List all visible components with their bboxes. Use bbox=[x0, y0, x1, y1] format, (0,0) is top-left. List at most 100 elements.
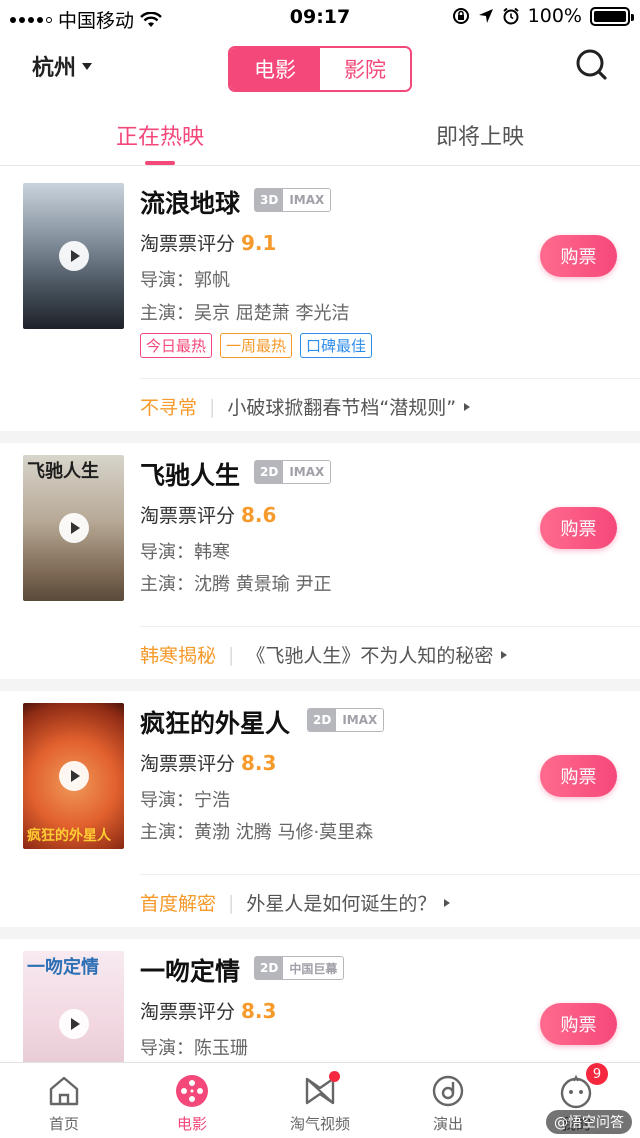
film-reel-icon bbox=[176, 1075, 208, 1107]
news-link[interactable]: 首度解密 | 外星人是如何诞生的？ bbox=[140, 889, 451, 916]
score-value: 8.3 bbox=[241, 751, 277, 775]
movie-poster[interactable]: 飞驰人生 bbox=[23, 455, 124, 601]
nav-movie-label: 电影 bbox=[176, 1115, 207, 1133]
nav-video-label: 淘气视频 bbox=[289, 1115, 350, 1133]
show-icon bbox=[432, 1075, 464, 1107]
format-2d3d: 3D bbox=[255, 189, 284, 211]
play-icon[interactable] bbox=[59, 513, 89, 543]
format-badge: 2D IMAX bbox=[254, 460, 332, 484]
news-source: 不寻常 bbox=[140, 397, 198, 419]
movie-title[interactable]: 飞驰人生 bbox=[140, 456, 240, 492]
play-icon[interactable] bbox=[59, 241, 89, 271]
news-link[interactable]: 不寻常 | 小破球掀翻春节档“潜规则” bbox=[140, 393, 471, 420]
poster-title: 疯狂的外星人 bbox=[27, 828, 111, 844]
movie-poster[interactable]: 一吻定情 bbox=[23, 951, 124, 1062]
tag-row: 今日最热 一周最热 口碑最佳 bbox=[140, 333, 373, 358]
tab-indicator bbox=[145, 161, 175, 165]
search-icon[interactable] bbox=[574, 46, 608, 84]
nav-show[interactable]: 演出 bbox=[384, 1063, 512, 1138]
format-imax: IMAX bbox=[283, 461, 331, 483]
buy-ticket-button[interactable]: 购票 bbox=[540, 507, 617, 549]
tab-bar: 正在热映 即将上映 bbox=[0, 104, 640, 166]
format-2d3d: 2D bbox=[255, 957, 284, 979]
score-label: 淘票票评分 bbox=[140, 1001, 236, 1023]
video-icon bbox=[302, 1071, 340, 1109]
section-gap bbox=[0, 679, 640, 691]
movie-list: 流浪地球 3D IMAX 淘票票评分 9.1 导演：郭帆 主演：吴京 屈楚萧 李光… bbox=[0, 166, 640, 1062]
news-link[interactable]: 韩寒揭秘 | 《飞驰人生》不为人知的秘密 bbox=[140, 641, 508, 668]
movie-title[interactable]: 一吻定情 bbox=[140, 952, 240, 988]
notification-badge: 9 bbox=[586, 1063, 608, 1085]
movie-poster[interactable]: 疯狂的外星人 bbox=[23, 703, 124, 849]
battery-percent: 100% bbox=[527, 5, 582, 27]
score-value: 9.1 bbox=[241, 231, 277, 255]
news-text: 外星人是如何诞生的？ bbox=[246, 893, 437, 915]
news-text: 小破球掀翻春节档“潜规则” bbox=[227, 397, 457, 419]
director: 导演：陈玉珊 bbox=[140, 1038, 248, 1059]
score-row: 淘票票评分 8.6 bbox=[140, 501, 276, 528]
score-row: 淘票票评分 8.3 bbox=[140, 749, 276, 776]
arrow-right-icon bbox=[444, 898, 451, 907]
nav-home[interactable]: 首页 bbox=[0, 1063, 128, 1138]
section-gap bbox=[0, 431, 640, 443]
score-row: 淘票票评分 8.3 bbox=[140, 997, 276, 1024]
bottom-nav: 首页 电影 淘气视频 演出 9 我的 bbox=[0, 1062, 640, 1138]
format-2d3d: 2D bbox=[308, 709, 337, 731]
cast: 主演：吴京 屈楚萧 李光洁 bbox=[140, 303, 350, 324]
news-divider: | bbox=[228, 891, 235, 914]
divider bbox=[140, 626, 640, 627]
tag-hot-today: 今日最热 bbox=[140, 333, 213, 358]
tab-coming-soon[interactable]: 即将上映 bbox=[400, 119, 560, 151]
format-badge: 3D IMAX bbox=[254, 188, 332, 212]
nav-home-label: 首页 bbox=[48, 1115, 79, 1133]
watermark: @悟空问答 bbox=[546, 1110, 632, 1134]
format-badge: 2D IMAX bbox=[307, 708, 385, 732]
location-icon bbox=[478, 9, 493, 23]
city-label: 杭州 bbox=[32, 56, 77, 81]
news-source: 首度解密 bbox=[140, 893, 217, 915]
nav-show-label: 演出 bbox=[432, 1115, 463, 1133]
caret-down-icon bbox=[82, 62, 93, 70]
divider bbox=[140, 378, 640, 379]
poster-title: 一吻定情 bbox=[27, 957, 99, 978]
news-source: 韩寒揭秘 bbox=[140, 645, 217, 667]
score-label: 淘票票评分 bbox=[140, 753, 236, 775]
news-text: 《飞驰人生》不为人知的秘密 bbox=[246, 645, 494, 667]
buy-ticket-button[interactable]: 购票 bbox=[540, 1003, 617, 1045]
tag-best-reviewed: 口碑最佳 bbox=[300, 333, 373, 358]
poster-title: 飞驰人生 bbox=[27, 461, 99, 482]
score-label: 淘票票评分 bbox=[140, 505, 236, 527]
movie-title[interactable]: 流浪地球 bbox=[140, 184, 240, 220]
alarm-icon bbox=[503, 7, 519, 25]
director: 导演：宁浩 bbox=[140, 790, 230, 811]
nav-video[interactable]: 淘气视频 bbox=[256, 1063, 384, 1138]
header: 杭州 电影 影院 bbox=[0, 34, 640, 104]
nav-movie[interactable]: 电影 bbox=[128, 1063, 256, 1138]
buy-ticket-button[interactable]: 购票 bbox=[540, 755, 617, 797]
rotation-lock-icon bbox=[452, 8, 469, 24]
segment-control: 电影 影院 bbox=[228, 46, 412, 92]
movie-poster[interactable] bbox=[23, 183, 124, 329]
format-chinese-giant-screen: 中国巨幕 bbox=[283, 957, 344, 979]
format-2d3d: 2D bbox=[255, 461, 284, 483]
arrow-right-icon bbox=[501, 650, 508, 659]
tab-now-showing[interactable]: 正在热映 bbox=[80, 119, 240, 151]
profile-icon: 9 bbox=[558, 1063, 608, 1109]
format-badge: 2D 中国巨幕 bbox=[254, 956, 345, 980]
city-selector[interactable]: 杭州 bbox=[32, 50, 93, 82]
divider bbox=[140, 874, 640, 875]
segment-cinema[interactable]: 影院 bbox=[320, 48, 410, 90]
arrow-right-icon bbox=[464, 402, 471, 411]
buy-ticket-button[interactable]: 购票 bbox=[540, 235, 617, 277]
tag-hot-week: 一周最热 bbox=[220, 333, 293, 358]
cast: 主演：黄渤 沈腾 马修·莫里森 bbox=[140, 822, 374, 843]
director: 导演：韩寒 bbox=[140, 542, 230, 563]
segment-movie[interactable]: 电影 bbox=[230, 48, 320, 90]
movie-title[interactable]: 疯狂的外星人 bbox=[140, 704, 290, 740]
play-icon[interactable] bbox=[59, 1009, 89, 1039]
news-divider: | bbox=[228, 643, 235, 666]
play-icon[interactable] bbox=[59, 761, 89, 791]
news-divider: | bbox=[209, 395, 216, 418]
score-value: 8.6 bbox=[241, 503, 277, 527]
status-bar: 中国移动 09:17 100% bbox=[0, 0, 640, 34]
